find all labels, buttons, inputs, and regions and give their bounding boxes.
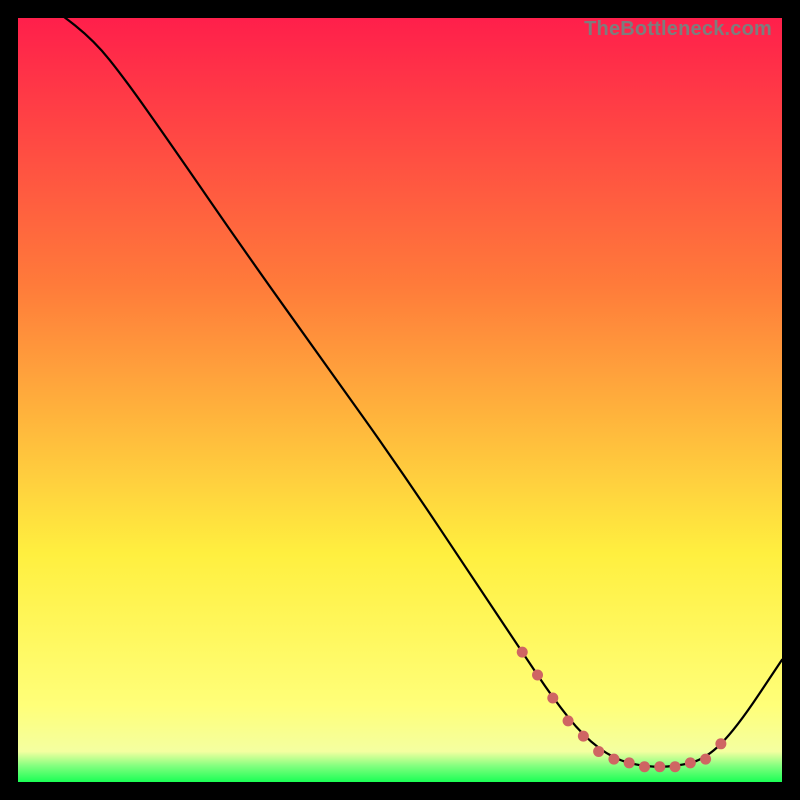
marker-dot <box>700 754 711 765</box>
marker-dot <box>670 761 681 772</box>
marker-dot <box>517 647 528 658</box>
marker-dot <box>547 692 558 703</box>
marker-dot <box>715 738 726 749</box>
marker-dot <box>563 715 574 726</box>
marker-dot <box>639 761 650 772</box>
marker-dot <box>532 670 543 681</box>
chart-frame: TheBottleneck.com <box>0 0 800 800</box>
marker-dot <box>578 731 589 742</box>
gradient-background <box>18 18 782 782</box>
marker-dot <box>593 746 604 757</box>
marker-dot <box>654 761 665 772</box>
chart-svg <box>18 18 782 782</box>
marker-dot <box>608 754 619 765</box>
marker-dot <box>624 757 635 768</box>
plot-area: TheBottleneck.com <box>18 18 782 782</box>
marker-dot <box>685 757 696 768</box>
